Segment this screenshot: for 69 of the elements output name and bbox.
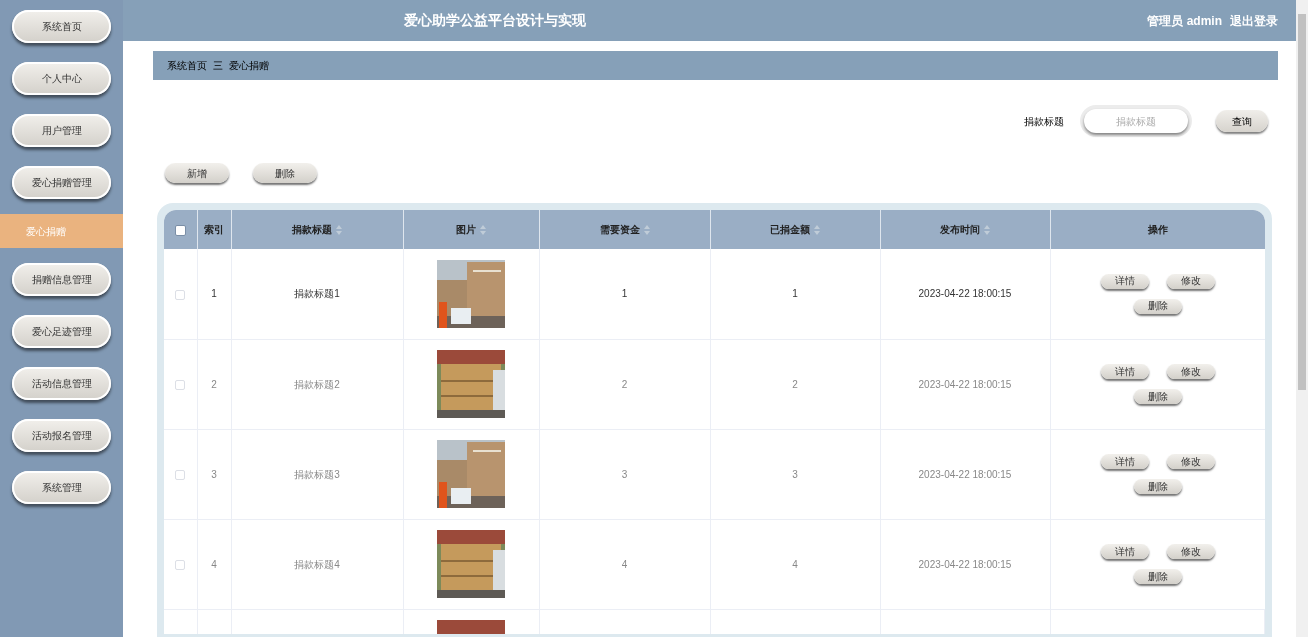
- table-cell: 2023-04-22 18:00:15: [880, 249, 1050, 339]
- sidebar-item[interactable]: 爱心捐赠管理: [12, 166, 111, 199]
- column-header[interactable]: 需要资金: [599, 224, 650, 235]
- sidebar-item[interactable]: 活动报名管理: [12, 419, 111, 452]
- column-header[interactable]: 图片: [456, 224, 486, 235]
- search-field[interactable]: 捐款标题: [1084, 109, 1188, 133]
- action-button[interactable]: 新增: [165, 163, 229, 183]
- row-action-button[interactable]: 删除: [1133, 479, 1182, 494]
- sort-icon[interactable]: [984, 225, 990, 236]
- column-header[interactable]: 已捐金额: [770, 224, 820, 235]
- sort-icon[interactable]: [336, 225, 342, 236]
- sidebar-item[interactable]: 个人中心: [12, 62, 111, 95]
- table-cell: 2023-04-22 18:00:15: [880, 339, 1050, 429]
- scrollbar[interactable]: [1296, 0, 1308, 637]
- row-action-button[interactable]: 修改: [1166, 273, 1215, 289]
- action-button[interactable]: 删除: [253, 163, 317, 183]
- row-checkbox[interactable]: [175, 289, 186, 300]
- breadcrumb-link[interactable]: 系统首页: [167, 58, 207, 73]
- row-action-button[interactable]: 删除: [1133, 298, 1182, 314]
- table-cell: 捐款标题2: [231, 339, 403, 429]
- column-header: 操作: [1147, 224, 1168, 235]
- sort-icon[interactable]: [814, 225, 820, 236]
- table-cell: 2023-04-22 18:00:15: [880, 519, 1050, 609]
- breadcrumb-current: 爱心捐赠: [229, 59, 269, 73]
- row-action-button[interactable]: 修改: [1166, 364, 1215, 379]
- table-cell: 4: [197, 519, 231, 609]
- row-action-button[interactable]: 详情: [1100, 364, 1149, 379]
- sidebar-item[interactable]: 爱心足迹管理: [12, 315, 111, 348]
- table-cell: 捐款标题3: [231, 429, 403, 519]
- table-cell: 1: [539, 249, 710, 339]
- sort-icon[interactable]: [643, 225, 650, 236]
- select-all-checkbox[interactable]: [174, 224, 186, 236]
- table-cell: 捐款标题4: [231, 519, 403, 609]
- page-title: 爱心助学公益平台设计与实现: [403, 11, 586, 30]
- table-cell: 2: [197, 339, 231, 429]
- table-cell: 4: [710, 519, 880, 609]
- column-header[interactable]: 捐款标题: [292, 224, 342, 235]
- sidebar-item[interactable]: 系统首页: [12, 10, 111, 43]
- row-action-button[interactable]: 详情: [1100, 544, 1149, 559]
- row-checkbox[interactable]: [175, 559, 186, 570]
- sidebar-item[interactable]: 用户管理: [12, 114, 111, 147]
- column-header[interactable]: 发布时间: [940, 224, 990, 235]
- table-cell: 1: [710, 249, 880, 339]
- row-action-button[interactable]: 详情: [1100, 454, 1149, 469]
- search-button[interactable]: 查询: [1216, 110, 1268, 132]
- search-label: 捐款标题: [1024, 114, 1064, 129]
- table-cell: 3: [197, 429, 231, 519]
- column-header: 索引: [204, 224, 224, 235]
- table-cell: 2023-04-22 18:00:15: [880, 429, 1050, 519]
- row-action-button[interactable]: 详情: [1100, 273, 1149, 289]
- row-action-button[interactable]: 删除: [1133, 389, 1182, 404]
- sidebar-item[interactable]: 系统管理: [12, 471, 111, 504]
- table-cell: 3: [710, 429, 880, 519]
- user-label: 管理员 admin: [1147, 12, 1222, 30]
- table-cell: 捐款标题1: [231, 249, 403, 339]
- table-cell: 2: [710, 339, 880, 429]
- sidebar-item[interactable]: 捐赠信息管理: [12, 263, 111, 296]
- row-action-button[interactable]: 修改: [1166, 454, 1215, 469]
- table-cell: 2: [539, 339, 710, 429]
- sort-icon[interactable]: [480, 225, 486, 236]
- breadcrumb-separator: 三: [213, 59, 223, 73]
- row-action-button[interactable]: 修改: [1166, 544, 1215, 559]
- table-cell: 4: [539, 519, 710, 609]
- row-checkbox[interactable]: [175, 469, 186, 480]
- sidebar-item[interactable]: 活动信息管理: [12, 367, 111, 400]
- table-cell: 1: [197, 249, 231, 339]
- row-checkbox[interactable]: [175, 379, 186, 390]
- row-action-button[interactable]: 删除: [1133, 569, 1182, 584]
- table-cell: 3: [539, 429, 710, 519]
